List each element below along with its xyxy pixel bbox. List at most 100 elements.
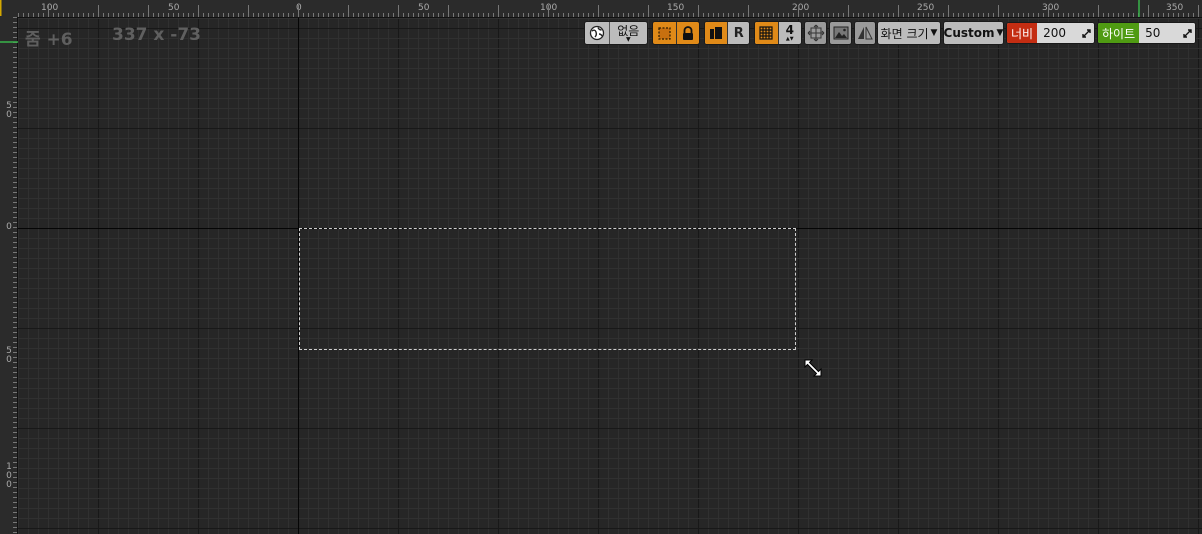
ruler-tick — [13, 352, 17, 353]
ruler-tick — [493, 13, 494, 17]
ruler-tick — [153, 13, 154, 17]
ruler-tick — [13, 182, 17, 183]
ruler-tick — [963, 13, 964, 17]
ruler-tick — [353, 13, 354, 17]
ruler-tick — [343, 13, 344, 17]
move-widget-icon[interactable] — [804, 21, 827, 45]
ruler-tick — [1008, 13, 1009, 17]
ruler-tick — [723, 13, 724, 17]
ruler-tick — [13, 282, 17, 283]
ruler-tick — [13, 97, 17, 98]
mirror-icon[interactable] — [854, 21, 876, 45]
ruler-tick — [998, 5, 999, 17]
ruler-tick — [948, 5, 949, 17]
screen-size-dropdown[interactable]: 화면 크기 ▼ — [877, 21, 941, 45]
preset-dropdown[interactable]: Custom ▼ — [943, 21, 1004, 45]
grid-snap-value: 4 — [785, 22, 794, 37]
ruler-tick — [808, 13, 809, 17]
localization-value: 없음 — [617, 23, 640, 38]
ruler-tick — [1198, 5, 1199, 17]
ruler-tick — [588, 13, 589, 17]
ruler-tick — [698, 5, 699, 17]
ruler-tick — [13, 197, 17, 198]
lock-icon[interactable] — [677, 22, 700, 44]
ruler-tick — [1023, 13, 1024, 17]
ruler-tick — [363, 13, 364, 17]
ruler-tick — [823, 13, 824, 17]
ruler-tick — [13, 387, 17, 388]
ruler-tick — [608, 13, 609, 17]
ruler-tick — [1053, 13, 1054, 17]
height-tag: 하이트 — [1098, 23, 1140, 43]
ruler-tick — [408, 13, 409, 17]
ruler-tick — [1048, 5, 1049, 17]
grid-icon[interactable] — [755, 22, 779, 44]
ruler-tick — [13, 492, 17, 493]
ruler-tick — [13, 117, 17, 118]
ruler-tick — [403, 13, 404, 17]
height-value[interactable]: 50 — [1139, 23, 1179, 43]
ruler-tick — [658, 13, 659, 17]
ruler-tick — [988, 13, 989, 17]
ruler-tick — [133, 13, 134, 17]
ruler-tick — [958, 13, 959, 17]
ruler-tick — [13, 442, 17, 443]
ruler-tick — [1033, 13, 1034, 17]
ruler-tick — [48, 5, 49, 17]
ruler-tick — [498, 5, 499, 17]
ruler-tick — [1173, 13, 1174, 17]
ruler-tick — [613, 13, 614, 17]
resize-arrows-icon[interactable] — [1179, 23, 1195, 43]
ruler-tick — [878, 13, 879, 17]
ruler-tick — [13, 77, 17, 78]
widget-selection-outline[interactable] — [299, 228, 796, 350]
designer-canvas[interactable]: 10050050100150200250300350 50050100 줌 +6… — [0, 0, 1202, 534]
localization-preview-dropdown[interactable]: 없음 ▼ — [584, 21, 648, 45]
ruler-tick — [458, 13, 459, 17]
ruler-tick-label: 150 — [667, 3, 685, 13]
respect-locks-toggle[interactable]: R — [728, 22, 749, 44]
ruler-tick — [38, 13, 39, 17]
ruler-tick — [13, 162, 17, 163]
ruler-tick — [1018, 13, 1019, 17]
copy-icon[interactable] — [705, 22, 729, 44]
ruler-tick — [138, 13, 139, 17]
ruler-tick — [538, 13, 539, 17]
ruler-tick — [933, 13, 934, 17]
ruler-tick — [13, 177, 17, 178]
background-image-icon[interactable] — [829, 21, 852, 45]
ruler-tick — [178, 13, 179, 17]
ruler-tick — [13, 232, 17, 233]
ruler-tick — [13, 517, 17, 518]
ruler-tick — [398, 5, 399, 17]
ruler-tick — [13, 272, 17, 273]
ruler-tick — [58, 13, 59, 17]
zoom-level-label: 줌 +6 — [25, 30, 73, 50]
ruler-tick — [603, 13, 604, 17]
width-value[interactable]: 200 — [1037, 23, 1078, 43]
ruler-tick — [13, 227, 17, 228]
ruler-tick — [593, 13, 594, 17]
ruler-tick — [13, 357, 17, 358]
resize-arrows-icon[interactable] — [1078, 23, 1094, 43]
ruler-tick — [883, 13, 884, 17]
grid-snap-value-spinner[interactable]: 4 ▲▼ — [779, 22, 802, 44]
ruler-tick-label: 50 — [418, 3, 430, 13]
marquee-select-icon[interactable] — [653, 22, 677, 44]
ruler-tick — [713, 13, 714, 17]
ruler-tick — [768, 13, 769, 17]
ruler-tick — [393, 13, 394, 17]
ruler-tick — [223, 13, 224, 17]
ruler-tick — [263, 13, 264, 17]
ruler-tick — [23, 13, 24, 17]
ruler-tick-label: 50 — [168, 3, 180, 13]
ruler-tick — [13, 422, 17, 423]
height-field[interactable]: 하이트 50 — [1097, 22, 1196, 44]
ruler-tick — [763, 13, 764, 17]
width-field[interactable]: 너비 200 — [1006, 22, 1095, 44]
ruler-tick — [13, 262, 17, 263]
ruler-tick — [213, 13, 214, 17]
resize-arrows-icon — [803, 358, 823, 382]
ruler-tick — [158, 13, 159, 17]
ruler-tick — [13, 522, 17, 523]
